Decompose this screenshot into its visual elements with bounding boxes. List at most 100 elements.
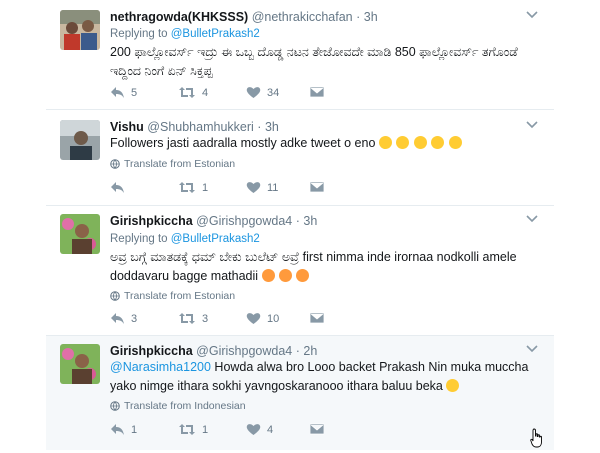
timestamp[interactable]: 3h <box>265 120 279 134</box>
globe-icon <box>110 159 120 169</box>
chevron-down-icon[interactable] <box>526 342 538 356</box>
tweet-header: Vishu @Shubhamhukkeri · 3h <box>110 120 279 134</box>
tweet-text-line: doddavaru bagge mathadii <box>110 269 259 283</box>
timestamp[interactable]: 3h <box>364 10 378 24</box>
globe-icon <box>110 401 120 411</box>
direct-message-button[interactable] <box>310 312 324 324</box>
user-handle[interactable]: @nethrakicchafan <box>252 10 353 24</box>
tears-of-joy-emoji <box>431 136 445 149</box>
timestamp[interactable]: 3h <box>303 214 317 228</box>
translate-label: Translate from Estonian <box>124 158 236 170</box>
heart-icon <box>246 313 261 324</box>
envelope-icon <box>310 423 324 435</box>
globe-icon <box>110 291 120 301</box>
replying-to-label: Replying to <box>110 233 168 245</box>
like-button[interactable]: 10 <box>246 312 279 325</box>
display-name[interactable]: Girishpkiccha <box>110 344 193 358</box>
tweet[interactable]: Girishpkiccha @Girishpgowda4 · 2h @Naras… <box>46 336 554 450</box>
tweet-header: nethragowda(KHKSSS) @nethrakicchafan · 3… <box>110 10 378 24</box>
avatar[interactable] <box>60 344 100 384</box>
tweet[interactable]: nethragowda(KHKSSS) @nethrakicchafan · 3… <box>46 0 554 110</box>
timestamp[interactable]: 2h <box>303 344 317 358</box>
mention-link[interactable]: @Narasimha1200 <box>110 360 211 374</box>
tweet-text: @Narasimha1200 Howda alwa bro Looo backe… <box>110 358 530 396</box>
tweet-text-line: Howda alwa bro Looo backet Prakash Nin m… <box>210 360 529 374</box>
heart-icon <box>246 424 261 435</box>
replying-to: Replying to @BulletPrakash2 <box>110 233 260 245</box>
like-button[interactable]: 11 <box>246 181 278 194</box>
tweet-header: Girishpkiccha @Girishpgowda4 · 3h <box>110 214 318 228</box>
envelope-icon <box>310 181 324 193</box>
heart-icon <box>246 87 261 98</box>
reply-icon <box>111 182 124 193</box>
retweet-icon <box>179 87 195 98</box>
retweet-button[interactable]: 3 <box>178 312 208 325</box>
like-button[interactable]: 34 <box>246 86 279 99</box>
replying-to-label: Replying to <box>110 28 168 40</box>
envelope-icon <box>310 312 324 324</box>
chevron-down-icon[interactable] <box>526 118 538 132</box>
reply-button[interactable]: 1 <box>110 423 137 436</box>
display-name[interactable]: Girishpkiccha <box>110 214 193 228</box>
user-handle[interactable]: @Shubhamhukkeri <box>147 120 254 134</box>
tweet-text: 200 ಫಾಲ್ಲೋವರ್ಸ್ ಇದ್ರು ಈ ಒಬ್ಬ ದೊಡ್ಡ ನಟನ ತ… <box>110 43 530 81</box>
direct-message-button[interactable] <box>310 181 324 193</box>
chevron-down-icon[interactable] <box>526 212 538 226</box>
reply-count: 5 <box>131 86 138 99</box>
tweet-actions: 3 3 10 <box>110 312 370 328</box>
angry-emoji <box>296 269 310 282</box>
retweet-count: 4 <box>202 86 209 99</box>
avatar[interactable] <box>60 120 100 160</box>
tweet-header: Girishpkiccha @Girishpgowda4 · 2h <box>110 344 318 358</box>
like-button[interactable]: 4 <box>246 423 273 436</box>
retweet-button[interactable]: 1 <box>178 181 208 194</box>
translate-link[interactable]: Translate from Estonian <box>110 158 235 170</box>
chevron-down-icon[interactable] <box>526 8 538 22</box>
tweet-text-line: ಇದ್ದಿಂದ ನಿಂಗೆ ಏನ್ ಸಿಕ್ತಪ್ಪ <box>110 64 213 78</box>
translate-label: Translate from Estonian <box>124 290 236 302</box>
mention-link[interactable]: @BulletPrakash2 <box>171 28 260 40</box>
tweet-actions: 1 1 4 <box>110 423 370 439</box>
avatar[interactable] <box>60 214 100 254</box>
like-count: 4 <box>267 423 274 436</box>
reply-button[interactable]: 3 <box>110 312 137 325</box>
angry-emoji <box>279 269 292 282</box>
retweet-count: 1 <box>202 423 209 436</box>
retweet-button[interactable]: 4 <box>178 86 208 99</box>
tweet-feed: nethragowda(KHKSSS) @nethrakicchafan · 3… <box>46 0 554 450</box>
grinning-emoji <box>378 136 392 149</box>
envelope-icon <box>310 86 324 98</box>
reply-icon <box>111 313 124 324</box>
avatar[interactable] <box>60 10 100 50</box>
angry-emoji <box>261 269 275 282</box>
tweet-text-line: yako nimge ithara sokhi yavngoskaranooo … <box>110 379 443 393</box>
retweet-icon <box>179 313 195 324</box>
user-handle[interactable]: @Girishpgowda4 <box>196 344 292 358</box>
reply-button[interactable] <box>110 181 131 194</box>
reply-count: 1 <box>131 423 138 436</box>
tweet[interactable]: Vishu @Shubhamhukkeri · 3h Followers jas… <box>46 110 554 206</box>
retweet-icon <box>179 182 195 193</box>
translate-label: Translate from Indonesian <box>124 400 246 412</box>
translate-link[interactable]: Translate from Estonian <box>110 290 235 302</box>
retweet-count: 1 <box>202 181 209 194</box>
mention-link[interactable]: @BulletPrakash2 <box>171 233 260 245</box>
replying-to: Replying to @BulletPrakash2 <box>110 28 260 40</box>
tears-of-joy-emoji <box>396 136 410 149</box>
like-count: 34 <box>267 86 280 99</box>
display-name[interactable]: nethragowda(KHKSSS) <box>110 10 248 24</box>
reply-button[interactable]: 5 <box>110 86 137 99</box>
direct-message-button[interactable] <box>310 423 324 435</box>
tweet-actions: 5 4 34 <box>110 86 370 102</box>
tears-of-joy-emoji <box>448 136 462 149</box>
heart-icon <box>246 182 261 193</box>
display-name[interactable]: Vishu <box>110 120 144 134</box>
retweet-button[interactable]: 1 <box>178 423 208 436</box>
direct-message-button[interactable] <box>310 86 324 98</box>
tears-of-joy-emoji <box>446 379 460 392</box>
tweet-text: ಅವ್ರ ಬಗ್ಗೆ ಮಾತಡಕ್ಕೆ ಧಮ್ ಬೇಕು ಬುಲೆಟ್ ಅವ್ರ… <box>110 248 530 286</box>
tweet[interactable]: Girishpkiccha @Girishpgowda4 · 3h Replyi… <box>46 206 554 336</box>
translate-link[interactable]: Translate from Indonesian <box>110 400 246 412</box>
tweet-text-line: 200 ಫಾಲ್ಲೋವರ್ಸ್ ಇದ್ರು ಈ ಒಬ್ಬ ದೊಡ್ಡ ನಟನ ತ… <box>110 45 518 59</box>
user-handle[interactable]: @Girishpgowda4 <box>196 214 292 228</box>
